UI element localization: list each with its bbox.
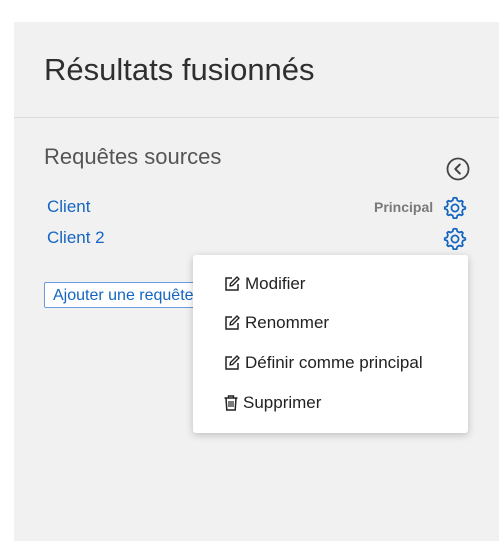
menu-item-label: Modifier [245,274,306,293]
menu-item-label: Définir comme principal [245,353,423,372]
query-link-client-2[interactable]: Client 2 [47,228,105,248]
page-title: Résultats fusionnés [44,52,315,87]
menu-item-label: Supprimer [243,393,322,412]
menu-item-set-principal[interactable]: Définir comme principal [223,349,423,377]
query-context-menu: Modifier Renommer Définir comme principa… [193,255,468,433]
edit-icon [225,315,240,330]
panel-header: Résultats fusionnés [14,22,499,118]
menu-item-label: Renommer [245,313,330,332]
menu-item-supprimer[interactable]: Supprimer [223,389,321,417]
query-link-client[interactable]: Client [47,197,90,217]
menu-item-modifier[interactable]: Modifier [223,270,305,298]
chevron-left-circle-icon[interactable] [446,157,470,181]
edit-icon [225,276,240,291]
edit-icon [225,355,240,370]
add-query-button[interactable]: Ajouter une requête [44,282,204,308]
section-title-source-queries: Requêtes sources [44,144,222,169]
trash-icon [224,395,238,411]
gear-icon[interactable] [442,226,468,252]
principal-badge: Principal [374,199,434,215]
menu-item-renommer[interactable]: Renommer [223,309,329,337]
gear-icon[interactable] [442,195,468,221]
